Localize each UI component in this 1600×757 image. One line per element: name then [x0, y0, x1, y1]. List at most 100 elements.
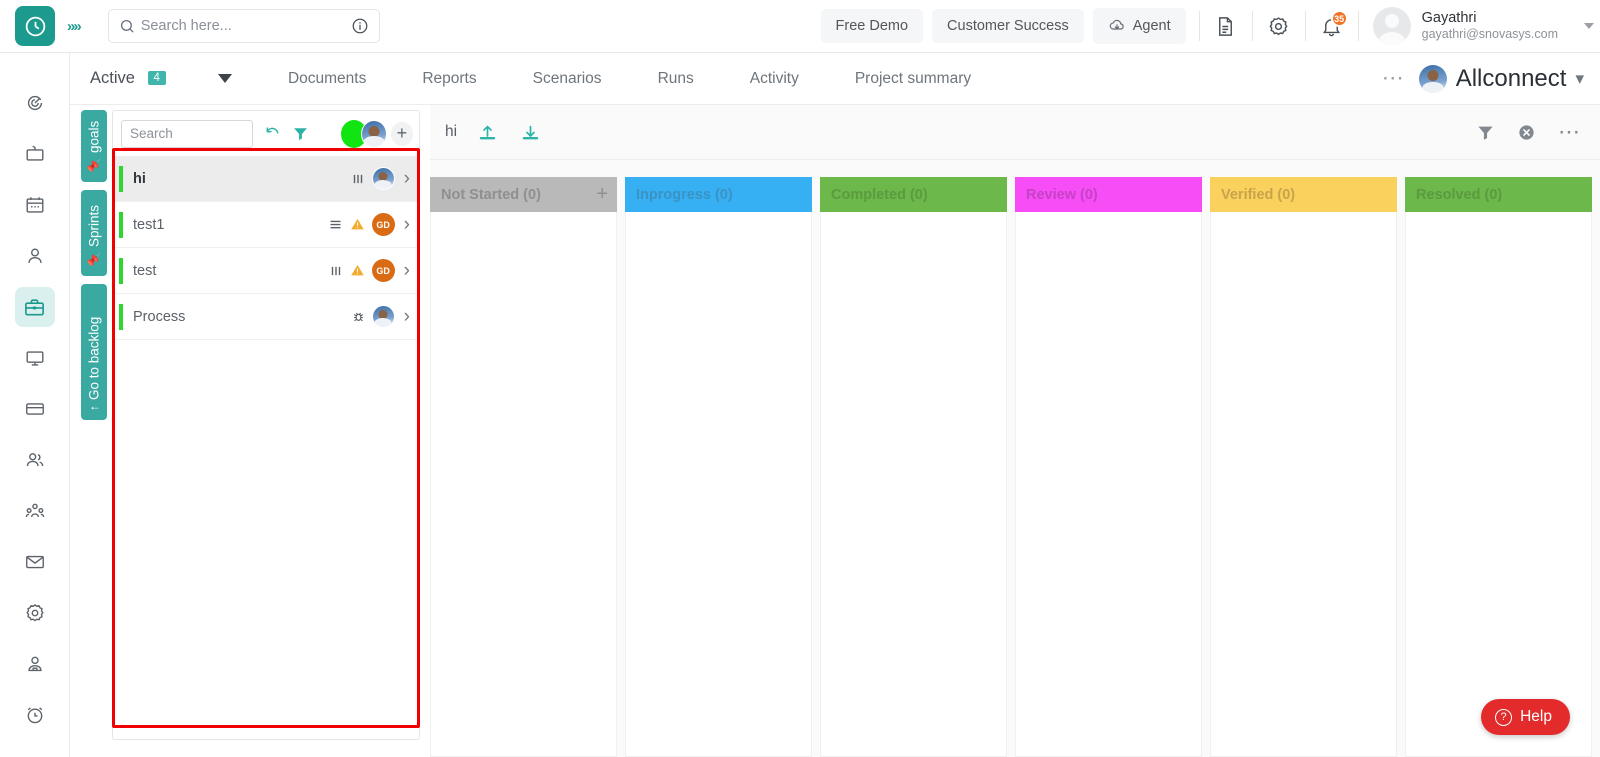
- column-dropzone[interactable]: [1405, 212, 1592, 757]
- column-inprogress: Inprogress (0): [625, 177, 812, 757]
- filter-button[interactable]: [292, 125, 309, 142]
- user-menu[interactable]: Gayathri gayathri@snovasys.com: [1363, 7, 1600, 45]
- column-dropzone[interactable]: [1210, 212, 1397, 757]
- sidebar-item-contacts[interactable]: [15, 440, 55, 480]
- list-item-label: test: [133, 262, 157, 279]
- column-label: Not Started (0): [441, 186, 541, 203]
- add-item-button[interactable]: +: [390, 121, 413, 146]
- sidebar-item-tv[interactable]: [15, 134, 55, 174]
- column-dropzone[interactable]: [1015, 212, 1202, 757]
- tab-activity[interactable]: Activity: [750, 70, 799, 88]
- column-label: Inprogress (0): [636, 186, 733, 203]
- chevron-down-icon[interactable]: [217, 74, 232, 83]
- column-header[interactable]: Not Started (0) +: [430, 177, 617, 212]
- chevron-right-icon[interactable]: ›: [404, 306, 410, 328]
- tab-runs[interactable]: Runs: [658, 70, 694, 88]
- vtab-sprints-label: Sprints: [86, 205, 102, 248]
- tab-documents[interactable]: Documents: [288, 70, 366, 88]
- list-item-test[interactable]: test GD ›: [113, 248, 419, 294]
- document-icon-button[interactable]: [1204, 4, 1248, 48]
- user-icon: [27, 248, 42, 263]
- vtab-sprints[interactable]: 📌 Sprints: [81, 190, 107, 276]
- sidebar-item-settings[interactable]: [15, 593, 55, 633]
- list-search-input[interactable]: [121, 119, 253, 148]
- list-item-process[interactable]: Process ›: [113, 294, 419, 340]
- user-name: Gayathri: [1421, 10, 1477, 27]
- sidebar-item-dashboard[interactable]: [15, 83, 55, 123]
- sidebar-item-projects[interactable]: [14, 287, 55, 327]
- vtab-goals[interactable]: 📌 goals: [81, 110, 107, 182]
- column-dropzone[interactable]: [430, 212, 617, 757]
- project-caret-down-icon[interactable]: ▾: [1575, 69, 1584, 89]
- tab-scenarios[interactable]: Scenarios: [533, 70, 602, 88]
- bars-icon[interactable]: [329, 264, 343, 278]
- board-clear-button[interactable]: [1517, 123, 1536, 142]
- tab-project-summary[interactable]: Project summary: [855, 70, 971, 88]
- warning-icon[interactable]: [350, 263, 365, 278]
- list-item-hi[interactable]: hi ›: [113, 156, 419, 202]
- chevron-right-icon[interactable]: ›: [404, 260, 410, 282]
- list-item-test1[interactable]: test1 GD ›: [113, 202, 419, 248]
- sidebar-item-timer[interactable]: [15, 695, 55, 735]
- tab-active[interactable]: Active 4: [90, 69, 166, 88]
- column-header[interactable]: Completed (0): [820, 177, 1007, 212]
- item-avatar[interactable]: GD: [371, 213, 395, 236]
- column-header[interactable]: Review (0): [1015, 177, 1202, 212]
- customer-success-button[interactable]: Customer Success: [932, 9, 1084, 43]
- refresh-button[interactable]: [263, 124, 282, 143]
- menu-lines-icon[interactable]: [328, 217, 343, 232]
- item-avatar[interactable]: GD: [371, 259, 395, 282]
- column-header[interactable]: Resolved (0): [1405, 177, 1592, 212]
- column-dropzone[interactable]: [820, 212, 1007, 757]
- agent-button[interactable]: Agent: [1092, 8, 1186, 44]
- item-avatar[interactable]: [371, 305, 395, 328]
- sidebar-item-teams[interactable]: [15, 491, 55, 531]
- sidebar-item-mail[interactable]: [15, 542, 55, 582]
- help-button[interactable]: ? Help: [1481, 699, 1570, 735]
- tab-reports[interactable]: Reports: [422, 70, 476, 88]
- sidebar-item-account[interactable]: [15, 644, 55, 684]
- header-divider-2: [1251, 11, 1253, 41]
- add-card-button[interactable]: +: [596, 183, 608, 206]
- sidebar-item-billing[interactable]: [15, 389, 55, 429]
- column-header[interactable]: Verified (0): [1210, 177, 1397, 212]
- sidebar-item-monitor[interactable]: [15, 338, 55, 378]
- upload-button[interactable]: [477, 122, 498, 143]
- item-status-bar: [119, 165, 123, 192]
- item-avatar[interactable]: [371, 167, 395, 190]
- assignee-avatar[interactable]: [360, 119, 387, 148]
- sidebar-item-profile[interactable]: [15, 236, 55, 276]
- settings-icon-button[interactable]: [1257, 4, 1301, 48]
- app-logo[interactable]: [15, 6, 55, 46]
- column-header[interactable]: Inprogress (0): [625, 177, 812, 212]
- sidebar-item-calendar[interactable]: [15, 185, 55, 225]
- person-badge-icon: [27, 656, 42, 672]
- pin-icon: 📌: [87, 158, 101, 173]
- download-button[interactable]: [520, 122, 541, 143]
- app-root: »» Free Demo Customer Success Agent: [0, 0, 1600, 757]
- chevron-right-icon[interactable]: ›: [404, 168, 410, 190]
- vtab-go-to-backlog[interactable]: ↑ Go to backlog: [81, 284, 107, 420]
- caret-down-icon[interactable]: [1584, 23, 1594, 29]
- item-status-bar: [119, 303, 123, 330]
- chevron-right-icon[interactable]: ›: [404, 214, 410, 236]
- notifications-button[interactable]: 35: [1310, 4, 1354, 48]
- board-title: hi: [445, 123, 458, 140]
- gear-icon: [25, 604, 44, 622]
- question-circle-icon: ?: [1495, 708, 1513, 726]
- search-input[interactable]: [140, 18, 351, 34]
- expand-sidebar-icon[interactable]: »»: [67, 18, 82, 35]
- info-icon[interactable]: [351, 17, 369, 35]
- agent-label: Agent: [1132, 18, 1171, 34]
- warning-icon[interactable]: [350, 217, 365, 232]
- bars-icon[interactable]: [351, 172, 365, 186]
- ellipsis-icon[interactable]: ⋯: [1382, 67, 1405, 89]
- board-more-button[interactable]: ⋯: [1558, 120, 1580, 142]
- board-filter-button[interactable]: [1476, 123, 1495, 142]
- clear-circle-icon: [1519, 124, 1534, 140]
- tab-active-label: Active: [90, 69, 135, 87]
- column-dropzone[interactable]: [625, 212, 812, 757]
- global-search[interactable]: [107, 9, 380, 43]
- free-demo-button[interactable]: Free Demo: [820, 9, 924, 43]
- bug-icon[interactable]: [352, 310, 365, 323]
